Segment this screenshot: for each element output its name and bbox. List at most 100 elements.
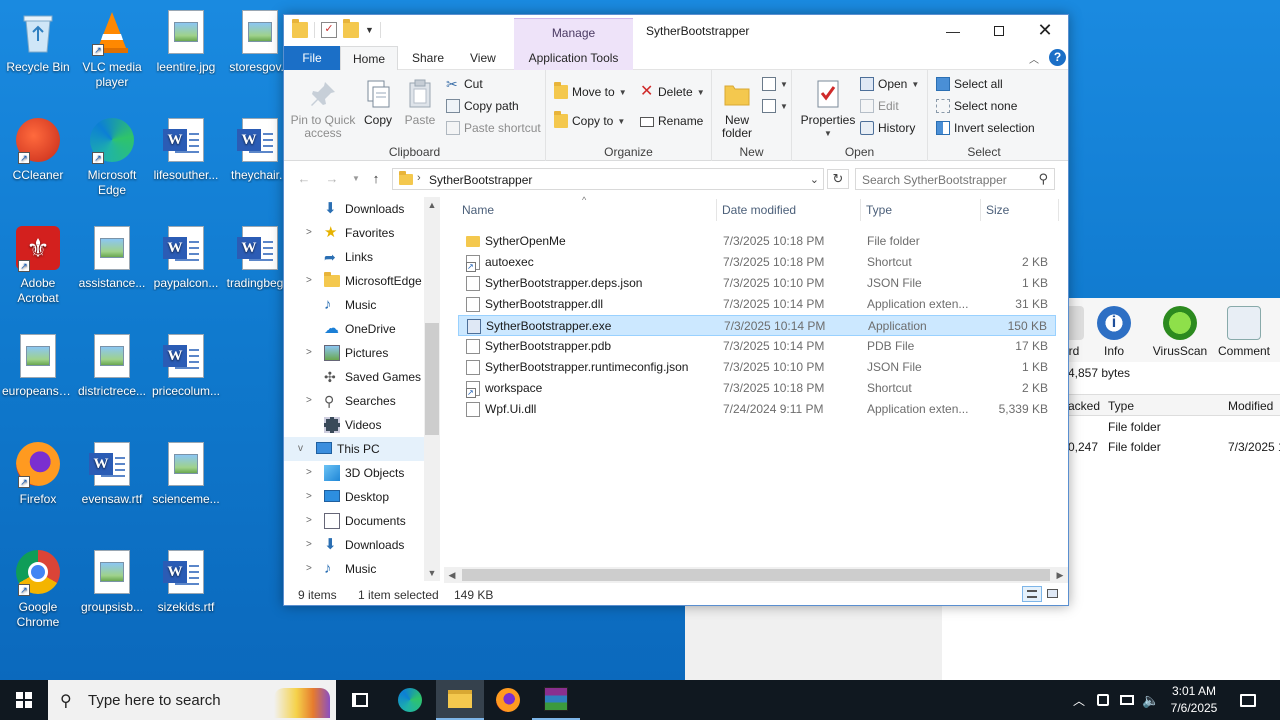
cut-button[interactable]: ✂ Cut [446, 74, 483, 94]
file-row[interactable]: autoexec 7/3/2025 10:18 PM Shortcut 2 KB [458, 252, 1056, 273]
up-button[interactable]: ↑ [366, 170, 386, 188]
file-row[interactable]: Wpf.Ui.dll 7/24/2024 9:11 PM Application… [458, 399, 1056, 420]
notifications-button[interactable] [1232, 680, 1264, 720]
file-row[interactable]: SytherBootstrapper.deps.json 7/3/2025 10… [458, 273, 1056, 294]
paste-shortcut-button[interactable]: Paste shortcut [446, 118, 541, 138]
copy-to-button[interactable]: Copy to ▼ [554, 111, 625, 131]
chevron-down-icon[interactable]: ▼ [365, 25, 374, 35]
open-button[interactable]: Open ▼ [860, 74, 919, 94]
taskbar-winrar-button[interactable] [532, 680, 580, 720]
desktop-icon-groupsisb[interactable]: groupsisb... [74, 548, 150, 615]
nav-scrollbar[interactable]: ▲ ▼ [424, 197, 440, 581]
nav-expander[interactable]: > [306, 461, 316, 485]
nav-expander[interactable]: > [306, 389, 316, 413]
taskbar-file-explorer-button[interactable] [436, 680, 484, 720]
delete-button[interactable]: ✕ Delete ▼ [640, 82, 705, 102]
column-name[interactable]: Name [462, 203, 494, 217]
desktop-icon-scienceme[interactable]: scienceme... [148, 440, 224, 507]
taskbar-firefox-button[interactable] [484, 680, 532, 720]
easy-access-button[interactable]: ▼ [762, 96, 788, 116]
select-all-button[interactable]: Select all [936, 74, 1003, 94]
search-box[interactable]: ⚲ [855, 168, 1055, 190]
file-row[interactable]: SytherBootstrapper.runtimeconfig.json 7/… [458, 357, 1056, 378]
desktop-icon-vlc[interactable]: ↗ VLC media player [74, 8, 150, 90]
desktop-icon-europeansa[interactable]: europeansa... [0, 332, 76, 399]
close-button[interactable]: ✕ [1022, 15, 1068, 46]
nav-item-favorites[interactable]: > ★ Favorites [284, 221, 424, 245]
history-button[interactable]: History [860, 118, 915, 138]
nav-item-music[interactable]: ♪ Music [284, 293, 424, 317]
move-to-button[interactable]: Move to ▼ [554, 82, 627, 102]
search-input[interactable] [862, 172, 1032, 187]
column-size[interactable]: Size [986, 203, 1009, 217]
file-row[interactable]: workspace 7/3/2025 10:18 PM Shortcut 2 K… [458, 378, 1056, 399]
desktop-icon-leentire[interactable]: leentire.jpg [148, 8, 224, 75]
desktop-icon-evensaw[interactable]: W evensaw.rtf [74, 440, 150, 507]
select-none-button[interactable]: Select none [936, 96, 1017, 116]
nav-item-desktop[interactable]: > Desktop [284, 485, 424, 509]
breadcrumb[interactable]: SytherBootstrapper [429, 173, 532, 187]
rename-button[interactable]: Rename [640, 111, 703, 131]
nav-item-documents[interactable]: > Documents [284, 509, 424, 533]
start-button[interactable] [0, 680, 48, 720]
nav-item-downloads[interactable]: ⬇ Downloads [284, 197, 424, 221]
back-button[interactable]: ← [294, 170, 314, 188]
scroll-down-icon[interactable]: ▼ [424, 565, 440, 581]
network-button[interactable] [1116, 680, 1138, 720]
scroll-right-icon[interactable]: ▶ [1052, 567, 1068, 583]
tab-share[interactable]: Share [402, 46, 454, 70]
nav-item-videos[interactable]: Videos [284, 413, 424, 437]
minimize-button[interactable]: — [930, 15, 976, 46]
chevron-down-icon[interactable]: ⌄ [810, 173, 819, 186]
taskbar-search[interactable]: ⚲ Type here to search [48, 680, 336, 720]
properties-button[interactable]: Properties ▼ [798, 78, 858, 140]
nav-expander[interactable]: > [306, 509, 316, 533]
details-view-button[interactable] [1022, 586, 1042, 602]
tray-device-button[interactable] [1092, 680, 1114, 720]
desktop-icon-ccleaner[interactable]: ↗ CCleaner [0, 116, 76, 183]
nav-item-this-pc[interactable]: v This PC [284, 437, 424, 461]
nav-expander[interactable]: > [306, 557, 316, 581]
show-hidden-icons-button[interactable]: ︿ [1068, 680, 1090, 720]
refresh-button[interactable]: ↻ [827, 169, 849, 189]
invert-selection-button[interactable]: Invert selection [936, 118, 1035, 138]
title-bar[interactable]: ✓ ▼ Manage SytherBootstrapper — ✕ [284, 15, 1068, 46]
address-bar[interactable]: › SytherBootstrapper ⌄ [392, 168, 824, 190]
column-type[interactable]: Type [866, 203, 892, 217]
tab-file[interactable]: File [284, 46, 340, 70]
new-folder-quick-icon[interactable] [343, 19, 359, 38]
horizontal-scrollbar[interactable]: ◀ ▶ [444, 567, 1068, 583]
column-separator[interactable] [860, 199, 861, 221]
desktop-icon-firefox[interactable]: ↗ Firefox [0, 440, 76, 507]
help-icon[interactable]: ? [1049, 49, 1066, 66]
properties-quick-icon[interactable]: ✓ [321, 22, 337, 38]
maximize-button[interactable] [976, 15, 1022, 46]
col-type[interactable]: Type [1108, 399, 1134, 413]
nav-expander[interactable]: > [306, 341, 316, 365]
desktop-icon-recycle-bin[interactable]: Recycle Bin [0, 8, 76, 75]
desktop-icon-google-chrome[interactable]: ↗ Google Chrome [0, 548, 76, 630]
clock[interactable]: 3:01 AM 7/6/2025 [1162, 683, 1226, 717]
nav-expander[interactable]: > [306, 221, 316, 245]
column-date-modified[interactable]: Date modified [722, 203, 796, 217]
file-row-selected[interactable]: SytherBootstrapper.exe 7/3/2025 10:14 PM… [458, 315, 1056, 336]
tool-virusscan-button[interactable]: VirusScan [1152, 306, 1208, 358]
volume-button[interactable]: 🔈 [1140, 680, 1162, 720]
desktop-icon-sizekids[interactable]: W sizekids.rtf [148, 548, 224, 615]
task-view-button[interactable] [336, 680, 384, 720]
column-separator[interactable] [716, 199, 717, 221]
nav-expander[interactable]: v [298, 437, 308, 461]
large-icons-view-button[interactable] [1045, 586, 1061, 602]
new-folder-button[interactable]: New folder [716, 78, 758, 140]
nav-item-music-pc[interactable]: > ♪ Music [284, 557, 424, 581]
file-row[interactable]: SytherBootstrapper.dll 7/3/2025 10:14 PM… [458, 294, 1056, 315]
nav-item-microsoftedge[interactable]: > MicrosoftEdge [284, 269, 424, 293]
nav-expander[interactable]: > [306, 485, 316, 509]
nav-item-links[interactable]: ➦ Links [284, 245, 424, 269]
column-separator[interactable] [1058, 199, 1059, 221]
paste-button[interactable]: Paste [400, 78, 440, 127]
scroll-thumb[interactable] [425, 323, 439, 435]
tab-view[interactable]: View [460, 46, 506, 70]
nav-item-3d-objects[interactable]: > 3D Objects [284, 461, 424, 485]
pin-to-quick-access-button[interactable]: Pin to Quick access [290, 78, 356, 140]
